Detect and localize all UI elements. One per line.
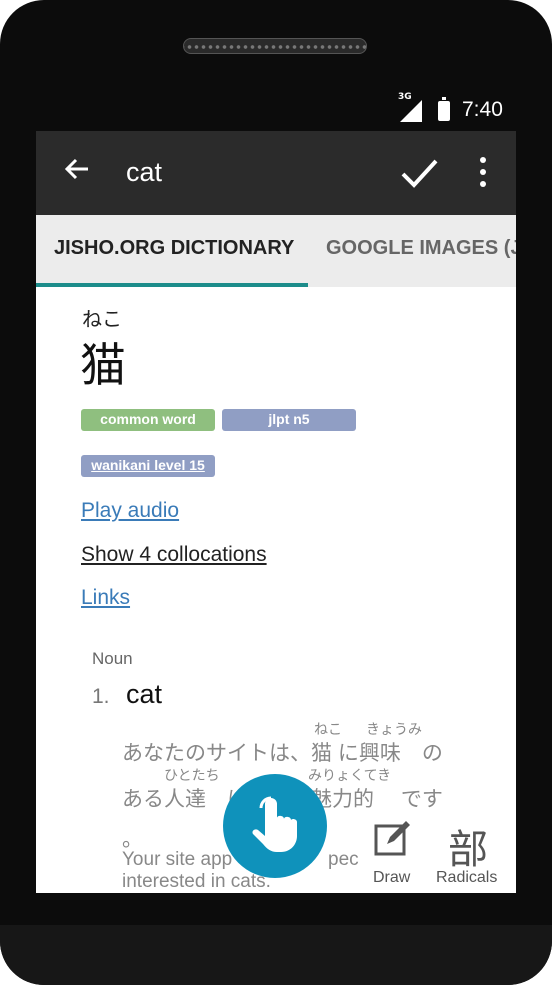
tag-common-word: common word bbox=[81, 409, 215, 431]
radicals-icon[interactable]: 部 bbox=[448, 817, 488, 875]
tag-wanikani[interactable]: wanikani level 15 bbox=[81, 455, 215, 477]
radicals-label[interactable]: Radicals bbox=[436, 869, 497, 887]
touch-fab-button[interactable] bbox=[223, 774, 327, 878]
example-ruby: みりょくてき bbox=[308, 767, 392, 783]
entry-word: 猫 bbox=[80, 339, 126, 391]
collocations-link[interactable]: Show 4 collocations bbox=[81, 543, 267, 567]
status-bar: 3G 7:40 bbox=[36, 92, 516, 131]
speaker-grille bbox=[183, 38, 367, 54]
dictionary-entry: ねこ 猫 common word jlpt n5 wanikani level … bbox=[36, 287, 516, 893]
tab-google-images[interactable]: GOOGLE IMAGES (JI bbox=[326, 237, 516, 260]
tag-jlpt: jlpt n5 bbox=[222, 409, 356, 431]
example-ruby: ひとたち bbox=[164, 767, 220, 783]
battery-icon bbox=[438, 97, 450, 121]
tab-jisho-dictionary[interactable]: JISHO.ORG DICTIONARY bbox=[54, 237, 294, 260]
example-translation: pec bbox=[328, 849, 359, 870]
check-icon[interactable] bbox=[398, 147, 442, 197]
example-sentence-line: あなたのサイトは、猫 に興味 の bbox=[122, 742, 443, 765]
phone-frame: 3G 7:40 cat JISHO.ORG DICTIONARY GOOGLE … bbox=[0, 0, 552, 985]
draw-icon[interactable] bbox=[373, 818, 413, 858]
example-translation: interested in cats. bbox=[122, 871, 271, 892]
tab-bar: JISHO.ORG DICTIONARY GOOGLE IMAGES (JI bbox=[36, 215, 516, 287]
overflow-menu-icon[interactable] bbox=[476, 153, 490, 193]
links-link[interactable]: Links bbox=[81, 586, 130, 610]
search-query-title[interactable]: cat bbox=[126, 157, 162, 188]
network-type: 3G bbox=[398, 92, 412, 102]
phone-chin bbox=[0, 925, 552, 985]
app-screen: cat JISHO.ORG DICTIONARY GOOGLE IMAGES (… bbox=[36, 131, 516, 893]
back-arrow-icon[interactable] bbox=[62, 153, 98, 193]
entry-furigana: ねこ bbox=[82, 309, 122, 331]
sense-number: 1. bbox=[92, 685, 110, 708]
part-of-speech: Noun bbox=[92, 649, 133, 668]
example-translation: Your site app bbox=[122, 849, 233, 870]
draw-label[interactable]: Draw bbox=[373, 869, 410, 887]
signal-icon bbox=[400, 100, 422, 122]
play-audio-link[interactable]: Play audio bbox=[81, 499, 179, 523]
clock: 7:40 bbox=[462, 98, 503, 121]
touch-hand-icon bbox=[252, 796, 297, 852]
app-bar: cat bbox=[36, 131, 516, 215]
sense-meaning: cat bbox=[126, 679, 163, 709]
example-ruby: きょうみ bbox=[366, 721, 422, 737]
example-ruby: ねこ bbox=[314, 721, 342, 737]
